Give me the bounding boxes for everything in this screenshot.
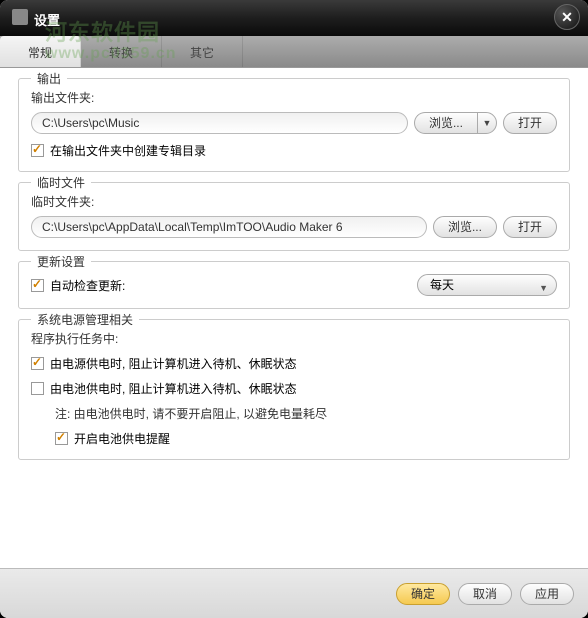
legend-output: 输出 [31,70,67,87]
tab-convert[interactable]: 转换 [81,36,162,67]
temp-folder-input[interactable]: C:\Users\pc\AppData\Local\Temp\ImTOO\Aud… [31,216,427,238]
cancel-button[interactable]: 取消 [458,583,512,605]
window-title: 设置 [34,10,60,29]
output-browse-split: 浏览... ▼ [414,112,497,134]
tab-other[interactable]: 其它 [162,36,243,67]
temp-browse-button[interactable]: 浏览... [433,216,497,238]
temp-open-button[interactable]: 打开 [503,216,557,238]
close-button[interactable]: ✕ [554,4,580,30]
battery-note: 注: 由电池供电时, 请不要开启阻止, 以避免电量耗尽 [55,405,557,422]
output-open-button[interactable]: 打开 [503,112,557,134]
output-browse-dropdown[interactable]: ▼ [477,112,497,134]
titlebar: 设置 ✕ [0,0,588,36]
legend-update: 更新设置 [31,253,91,270]
battery-warn-checkbox[interactable] [55,432,68,445]
create-album-dir-label: 在输出文件夹中创建专辑目录 [50,142,206,159]
update-frequency-value: 每天 [430,278,454,292]
tab-bar: 常规 转换 其它 [0,36,588,68]
output-folder-input[interactable]: C:\Users\pc\Music [31,112,408,134]
output-browse-button[interactable]: 浏览... [414,112,477,134]
tab-general[interactable]: 常规 [0,36,81,67]
auto-check-update-label: 自动检查更新: [50,277,125,294]
legend-temp: 临时文件 [31,174,91,191]
fieldset-temp: 临时文件 临时文件夹: C:\Users\pc\AppData\Local\Te… [18,182,570,251]
ac-block-checkbox[interactable] [31,357,44,370]
fieldset-update: 更新设置 自动检查更新: 每天 [18,261,570,309]
battery-block-label: 由电池供电时, 阻止计算机进入待机、休眠状态 [50,380,297,397]
temp-folder-label: 临时文件夹: [31,193,557,210]
legend-power: 系统电源管理相关 [31,311,139,328]
close-icon: ✕ [561,9,573,25]
app-icon [12,9,28,25]
footer: 确定 取消 应用 [0,568,588,618]
apply-button[interactable]: 应用 [520,583,574,605]
create-album-dir-checkbox[interactable] [31,144,44,157]
auto-check-update-checkbox[interactable] [31,279,44,292]
fieldset-output: 输出 输出文件夹: C:\Users\pc\Music 浏览... ▼ 打开 在… [18,78,570,172]
fieldset-power: 系统电源管理相关 程序执行任务中: 由电源供电时, 阻止计算机进入待机、休眠状态… [18,319,570,460]
output-folder-label: 输出文件夹: [31,89,557,106]
battery-warn-label: 开启电池供电提醒 [74,430,170,447]
content-area: 输出 输出文件夹: C:\Users\pc\Music 浏览... ▼ 打开 在… [0,68,588,568]
battery-block-checkbox[interactable] [31,382,44,395]
power-running-label: 程序执行任务中: [31,330,557,347]
ok-button[interactable]: 确定 [396,583,450,605]
update-frequency-select[interactable]: 每天 [417,274,557,296]
ac-block-label: 由电源供电时, 阻止计算机进入待机、休眠状态 [50,355,297,372]
